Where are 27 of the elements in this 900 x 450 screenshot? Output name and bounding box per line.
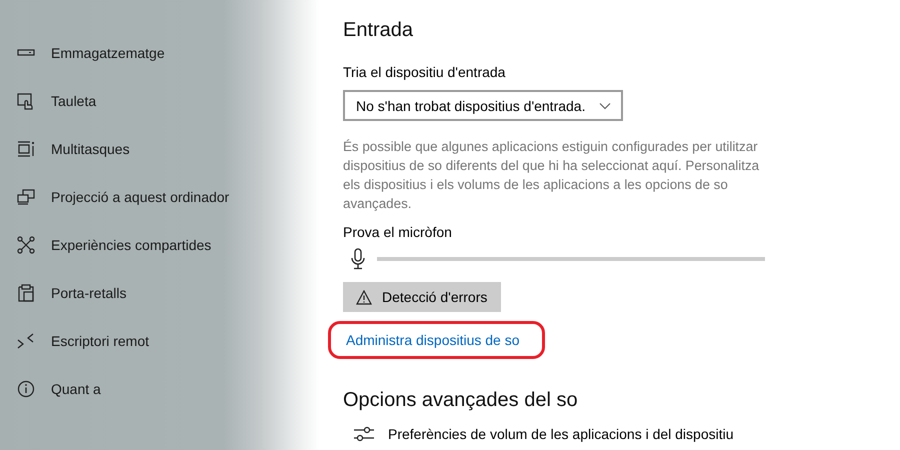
nav-item[interactable]: Emmagatzematge (0, 29, 320, 77)
nav-item[interactable]: Multitasques (0, 125, 320, 173)
section-heading: Opcions avançades del so (343, 388, 579, 413)
nav-item[interactable]: Projecció a aquest ordinador (0, 173, 320, 221)
nav-item[interactable]: Experiències compartides (0, 221, 320, 269)
remote-arrows-icon (16, 331, 36, 351)
connected-nodes-icon (16, 235, 36, 255)
manage-devices-link[interactable]: Administra dispositius de so (346, 332, 520, 348)
section-heading: Entrada (343, 18, 414, 43)
clipboard-icon (16, 283, 36, 303)
troubleshoot-button[interactable]: Detecció d'errors (343, 282, 501, 312)
settings-link-item[interactable]: Preferències de volum de les aplicacions i del dispositiu (353, 425, 900, 443)
description-text: És possible que algunes aplicacions estiguin configurades per utilitzar dispositius de so diferents del que hi ha seleccionat aquí. Personalitza els dispositius i els volums de les aplicacions a les opcions de so avançades. (343, 138, 760, 213)
nav-item[interactable]: Tauleta (0, 77, 320, 125)
device-dropdown[interactable]: No s'han trobat dispositius d'entrada. (343, 90, 623, 121)
chevron-down-icon (599, 102, 611, 110)
nav-item[interactable]: Escriptori remot (0, 317, 320, 365)
sliders-icon (353, 425, 375, 443)
field-label: Tria el dispositiu d'entrada (343, 63, 506, 82)
microphone-icon (351, 248, 365, 270)
info-icon (16, 379, 36, 399)
projector-screen-icon (16, 187, 36, 207)
nav-item[interactable]: Porta-retalls (0, 269, 320, 317)
multitask-icon (16, 139, 36, 159)
field-label: Prova el micròfon (343, 223, 453, 242)
nav-item[interactable]: Quant a (0, 365, 320, 413)
warning-icon (356, 290, 372, 304)
